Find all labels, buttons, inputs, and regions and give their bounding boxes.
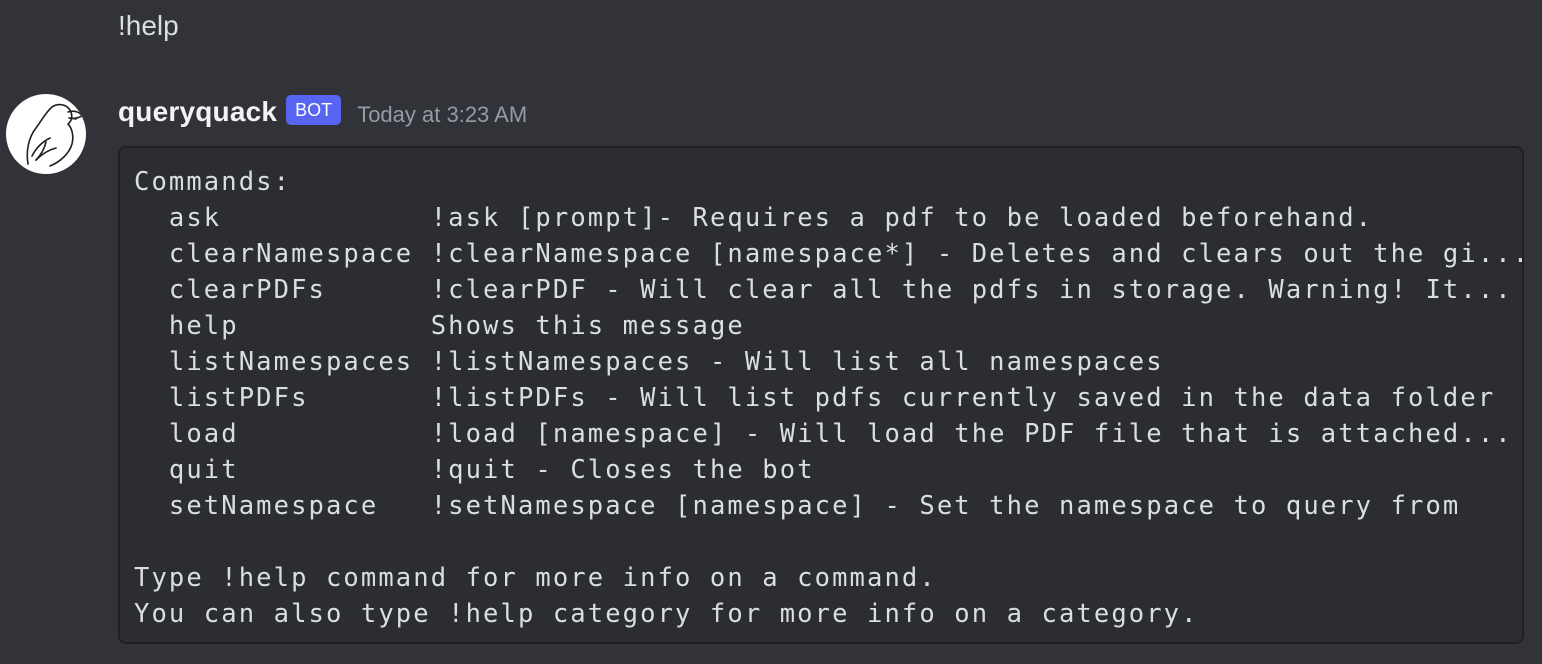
command-row: load !load [namespace] - Will load the P…	[134, 416, 1511, 452]
command-row: setNamespace !setNamespace [namespace] -…	[134, 488, 1508, 524]
command-description: !clearPDF - Will clear all the pdfs in s…	[430, 275, 1513, 305]
username[interactable]: queryquack	[118, 96, 277, 128]
command-description: !listNamespaces - Will list all namespac…	[430, 347, 1164, 377]
duck-line-art-icon	[26, 103, 83, 167]
help-codeblock: Commands: ask !ask [prompt]- Requires a …	[118, 146, 1528, 644]
help-footer-line-1: Type !help command for more info on a co…	[134, 563, 937, 593]
codeblock-content: Commands: ask !ask [prompt]- Requires a …	[134, 164, 1528, 632]
command-row: clearPDFs !clearPDF - Will clear all the…	[134, 272, 1511, 308]
command-name: clearPDFs	[168, 275, 326, 305]
command-name: clearNamespace	[168, 239, 414, 269]
command-row: help Shows this message	[134, 308, 1508, 344]
previous-message-text: !help	[118, 10, 179, 41]
command-name: setNamespace	[168, 491, 379, 521]
command-row: listNamespaces !listNamespaces - Will li…	[134, 344, 1508, 380]
command-description: Shows this message	[430, 311, 745, 341]
command-name: quit	[168, 455, 239, 485]
command-description: !clearNamespace [namespace*] - Deletes a…	[430, 239, 1531, 269]
command-description: !setNamespace [namespace] - Set the name…	[430, 491, 1461, 521]
command-row: ask !ask [prompt]- Requires a pdf to be …	[134, 200, 1508, 236]
command-description: !ask [prompt]- Requires a pdf to be load…	[430, 203, 1374, 233]
command-description: !quit - Closes the bot	[430, 455, 815, 485]
command-row: listPDFs !listPDFs - Will list pdfs curr…	[134, 380, 1508, 416]
bot-badge: BOT	[286, 95, 342, 125]
command-name: help	[168, 311, 239, 341]
command-description: !listPDFs - Will list pdfs currently sav…	[430, 383, 1496, 413]
command-name: load	[168, 419, 239, 449]
commands-heading: Commands:	[134, 167, 292, 197]
help-footer-line-2: You can also type !help category for mor…	[134, 599, 1199, 629]
command-name: ask	[168, 203, 222, 233]
command-row: clearNamespace !clearNamespace [namespac…	[134, 236, 1528, 272]
command-name: listNamespaces	[168, 347, 414, 377]
command-name: listPDFs	[168, 383, 309, 413]
message-header: queryquack BOT Today at 3:23 AM	[118, 92, 527, 132]
command-row: quit !quit - Closes the bot	[134, 452, 1508, 488]
command-description: !load [namespace] - Will load the PDF fi…	[430, 419, 1513, 449]
message-timestamp[interactable]: Today at 3:23 AM	[357, 102, 527, 128]
bot-avatar[interactable]	[6, 94, 86, 174]
